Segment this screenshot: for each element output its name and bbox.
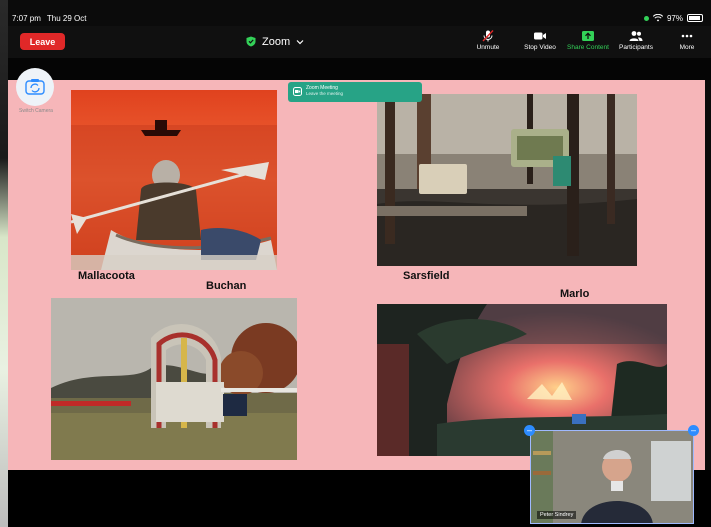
unmute-button[interactable]: Unmute <box>463 30 513 56</box>
share-content-label: Share Content <box>567 44 609 51</box>
wifi-icon <box>652 14 663 22</box>
caption-mallacoota: Mallacoota <box>78 270 135 282</box>
photo-buchan <box>51 298 297 460</box>
buchan-sign-image <box>51 298 297 460</box>
participants-icon <box>629 31 643 41</box>
unmute-label: Unmute <box>476 44 500 51</box>
expand-self-view-icon[interactable]: – <box>688 425 699 436</box>
status-date: Thu 29 Oct <box>46 13 87 23</box>
share-screen-icon <box>582 31 594 41</box>
more-dots-icon <box>681 34 693 38</box>
status-right: 97% <box>643 13 703 23</box>
kayaker-sunset-image <box>71 90 277 270</box>
minimize-self-view-icon[interactable]: – <box>524 425 535 436</box>
battery-percent: 97% <box>666 13 683 23</box>
camera-active-dot-icon <box>643 15 649 21</box>
caption-marlo: Marlo <box>560 288 590 300</box>
shared-screen-slide: Mallacoota Buchan Sarsfield Marlo <box>8 80 705 470</box>
stop-video-button[interactable]: Stop Video <box>515 30 565 56</box>
participants-label: Participants <box>619 44 653 51</box>
photo-sarsfield <box>377 94 637 266</box>
caption-sarsfield: Sarsfield <box>403 270 450 282</box>
participants-button[interactable]: Participants <box>611 30 661 56</box>
battery-icon <box>687 14 703 22</box>
meeting-title-button[interactable]: Zoom <box>246 33 304 50</box>
self-video-thumbnail[interactable]: Peter Sindrey <box>530 430 694 524</box>
more-label: More <box>679 44 695 51</box>
video-camera-icon <box>534 32 546 40</box>
stop-video-label: Stop Video <box>524 44 556 51</box>
switch-camera-icon <box>25 79 45 95</box>
stage-top-area <box>8 58 711 80</box>
caption-buchan: Buchan <box>206 280 247 292</box>
more-button[interactable]: More <box>662 30 711 56</box>
chevron-down-icon <box>296 39 304 44</box>
share-content-button[interactable]: Share Content <box>563 30 613 56</box>
burnt-letterbox-image <box>377 94 637 266</box>
zoom-notification-icon <box>293 87 302 96</box>
status-bar: 7:07 pm Thu 29 Oct 97% <box>8 10 711 26</box>
photo-mallacoota <box>71 90 277 270</box>
meeting-title: Zoom <box>262 35 291 48</box>
meeting-notification-toast[interactable]: Zoom Meeting Leave the meeting <box>288 82 422 102</box>
switch-camera-button[interactable] <box>16 68 54 106</box>
zoom-ipad-screen: 7:07 pm Thu 29 Oct 97% Leave Zoom Unmute… <box>0 0 711 527</box>
leave-button[interactable]: Leave <box>20 33 65 50</box>
background-app-strip <box>0 0 8 527</box>
toast-subtitle: Leave the meeting <box>306 91 344 96</box>
meeting-toolbar: Leave Zoom Unmute Stop Video Share Conte… <box>8 26 711 58</box>
shield-icon <box>246 36 256 47</box>
switch-camera-label: Switch Camera <box>19 108 53 114</box>
self-video-name: Peter Sindrey <box>537 511 577 519</box>
mic-muted-icon <box>482 30 494 42</box>
status-time: 7:07 pm <box>12 13 41 23</box>
